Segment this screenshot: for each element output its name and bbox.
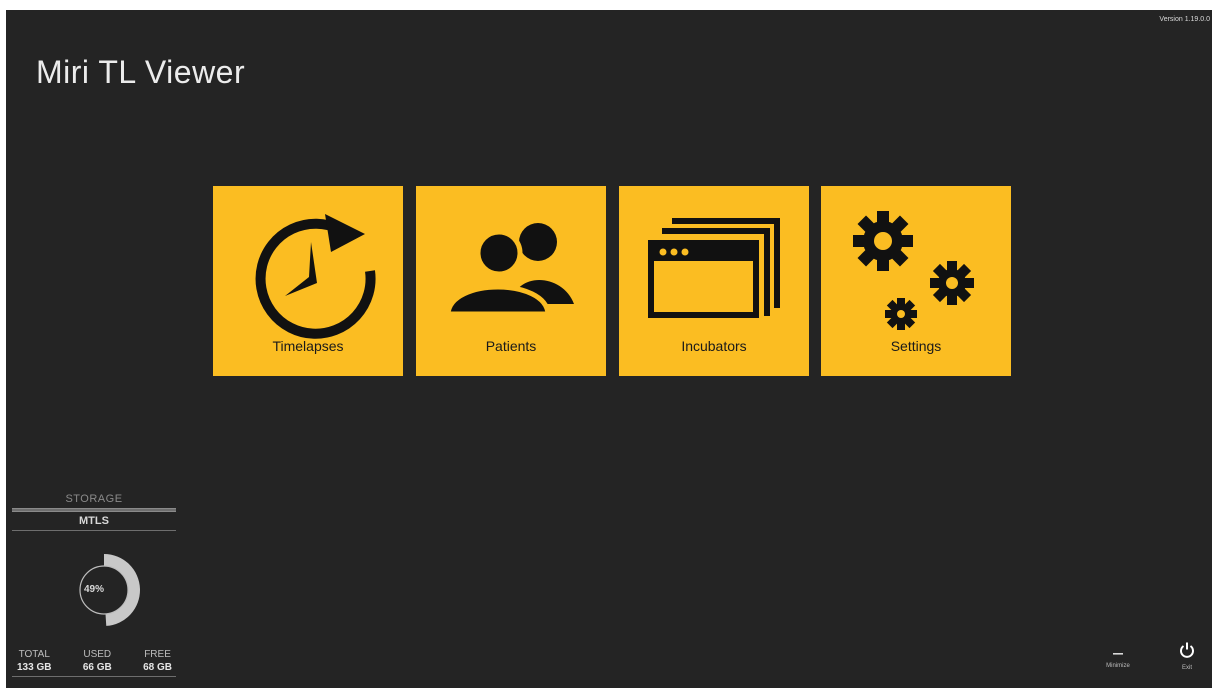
incubators-tile[interactable]: Incubators	[619, 186, 809, 376]
patients-label: Patients	[485, 338, 537, 354]
stat-label: TOTAL	[18, 649, 50, 660]
incubators-label: Incubators	[681, 338, 747, 354]
storage-panel: STORAGE MTLS 49% TOTAL 133 GB USED 66 GB…	[12, 490, 176, 688]
app-title: Miri TL Viewer	[36, 54, 246, 90]
exit-label: Exit	[1181, 665, 1192, 671]
patients-tile[interactable]: Patients	[416, 186, 606, 376]
version-label: Version 1.19.0.0	[1159, 16, 1210, 23]
app-window: Version 1.19.0.0 Miri TL Viewer Timelaps…	[6, 10, 1212, 688]
settings-tile[interactable]: Settings	[821, 186, 1011, 376]
storage-stats: TOTAL 133 GB USED 66 GB FREE 68 GB	[12, 648, 176, 674]
minimize-label: Minimize	[1106, 663, 1130, 669]
stat-value: 68 GB	[143, 662, 172, 673]
timelapses-tile[interactable]: Timelapses	[213, 186, 403, 376]
storage-title: STORAGE	[65, 493, 123, 505]
minimize-button[interactable]: Minimize	[1098, 642, 1138, 669]
stat-value: 133 GB	[17, 662, 52, 673]
minimize-icon	[1113, 653, 1123, 655]
stat-label: USED	[83, 649, 112, 660]
stat-value: 66 GB	[82, 662, 112, 673]
storage-usage-chart: 49%	[67, 553, 141, 627]
stat-free: FREE 68 GB	[143, 648, 172, 674]
power-icon	[1180, 642, 1194, 658]
storage-name: MTLS	[79, 515, 109, 527]
stat-total: TOTAL 133 GB	[17, 648, 51, 674]
settings-label: Settings	[890, 338, 942, 354]
stat-used: USED 66 GB	[83, 648, 112, 674]
storage-bottom-divider	[12, 676, 176, 677]
storage-divider	[12, 530, 176, 531]
exit-button[interactable]: Exit	[1172, 642, 1202, 671]
storage-percent: 49%	[83, 584, 104, 595]
stat-label: FREE	[144, 649, 171, 660]
timelapses-label: Timelapses	[272, 338, 344, 354]
